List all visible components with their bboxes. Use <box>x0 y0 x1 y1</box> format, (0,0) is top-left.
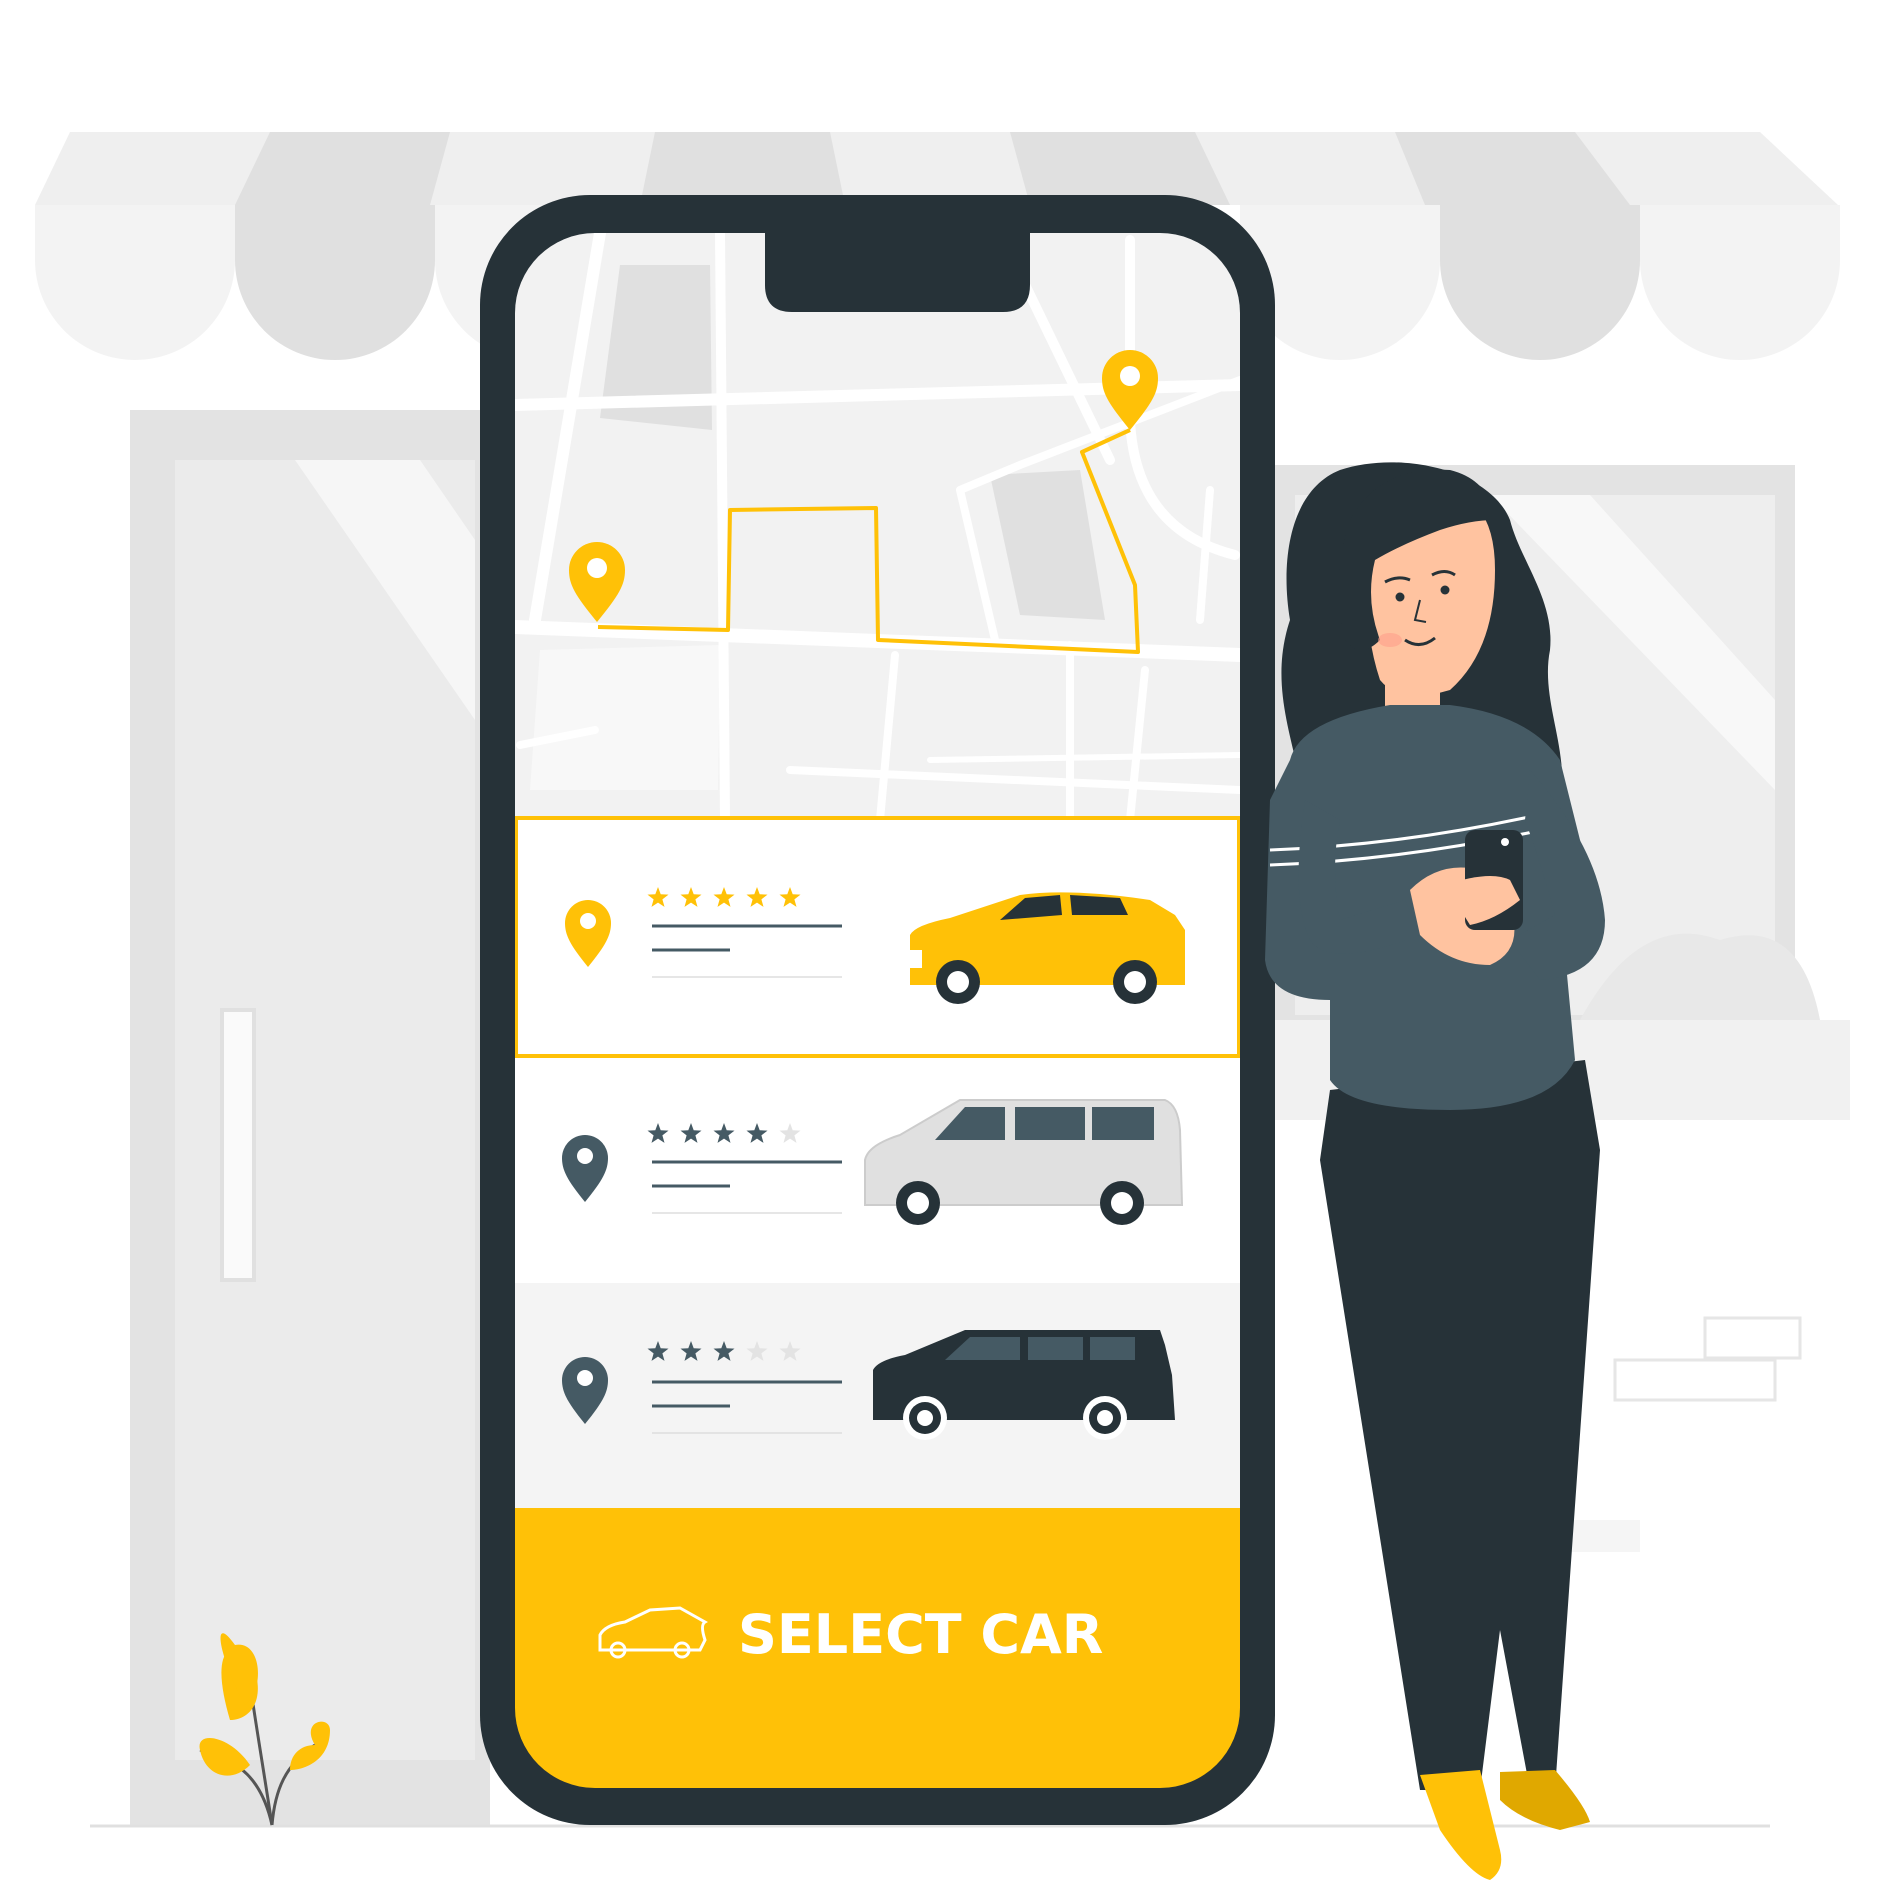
phone-screen: SELECT CAR <box>515 233 1240 1798</box>
trousers <box>1320 1060 1600 1790</box>
phone: SELECT CAR <box>480 195 1275 1825</box>
select-car-label: SELECT CAR <box>738 1603 1103 1666</box>
select-car-button[interactable]: SELECT CAR <box>515 1508 1240 1798</box>
map <box>515 233 1240 825</box>
car-option-list <box>515 816 1240 1515</box>
illustration: SELECT CAR <box>35 132 1850 1880</box>
phone-notch <box>765 233 1030 312</box>
